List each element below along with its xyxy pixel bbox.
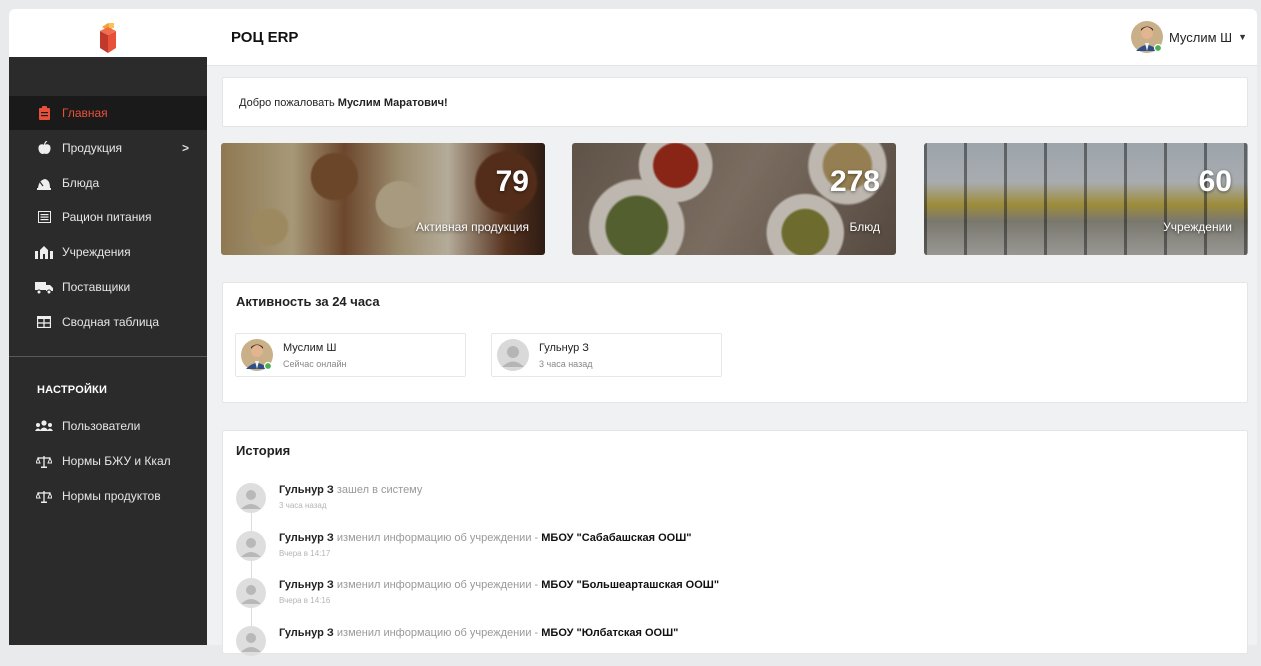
history-action: изменил информацию об учреждении - bbox=[336, 627, 539, 639]
activity-user-name: Муслим Ш bbox=[283, 342, 337, 354]
settings-section-title: НАСТРОЙКИ bbox=[37, 384, 108, 396]
sidebar-item-users[interactable]: Пользователи bbox=[9, 409, 207, 443]
user-menu[interactable]: Муслим Ш ▼ bbox=[1130, 21, 1247, 53]
sidebar: Главная Продукция > Блюда Рацион питания… bbox=[9, 57, 207, 645]
history-item: Гульнур З изменил информацию об учрежден… bbox=[236, 531, 1136, 571]
history-time: 3 часа назад bbox=[279, 501, 327, 510]
balance-scale-icon bbox=[34, 490, 54, 503]
default-avatar-icon bbox=[236, 483, 266, 513]
table-icon bbox=[34, 316, 54, 328]
sidebar-item-diet[interactable]: Рацион питания bbox=[9, 200, 207, 234]
building-icon bbox=[34, 245, 54, 259]
stat-value: 79 bbox=[495, 165, 529, 198]
sidebar-item-summary-table[interactable]: Сводная таблица bbox=[9, 305, 207, 339]
card-overlay bbox=[924, 143, 1248, 255]
activity-title: Активность за 24 часа bbox=[236, 294, 380, 309]
history-time: Вчера в 14:16 bbox=[279, 596, 331, 605]
default-avatar-icon bbox=[497, 339, 529, 371]
sidebar-item-nutrition-norms[interactable]: Нормы БЖУ и Ккал bbox=[9, 444, 207, 478]
sidebar-item-label: Поставщики bbox=[62, 280, 131, 294]
sidebar-item-label: Учреждения bbox=[62, 245, 131, 259]
users-icon bbox=[34, 420, 54, 432]
stat-card-dishes[interactable]: 278 Блюд bbox=[572, 143, 896, 255]
history-panel: История Гульнур З зашел в систему 3 часа… bbox=[222, 430, 1248, 656]
welcome-panel: Добро пожаловать Муслим Маратович! bbox=[222, 77, 1248, 127]
history-target[interactable]: МБОУ "Сабабашская ООШ" bbox=[541, 532, 691, 544]
activity-user-card[interactable]: Гульнур З 3 часа назад bbox=[491, 333, 722, 377]
apple-icon bbox=[34, 141, 54, 155]
sidebar-item-label: Рацион питания bbox=[62, 210, 152, 224]
history-text: Гульнур З изменил информацию об учрежден… bbox=[279, 627, 678, 639]
sidebar-divider bbox=[9, 356, 207, 357]
history-actor[interactable]: Гульнур З bbox=[279, 627, 334, 639]
truck-icon bbox=[34, 281, 54, 294]
sidebar-item-label: Нормы БЖУ и Ккал bbox=[62, 454, 171, 468]
history-target[interactable]: МБОУ "Большеарташская ООШ" bbox=[541, 579, 719, 591]
history-item: Гульнур З изменил информацию об учрежден… bbox=[236, 626, 1136, 666]
sidebar-item-label: Нормы продуктов bbox=[62, 489, 161, 503]
activity-user-status: 3 часа назад bbox=[539, 359, 593, 369]
sidebar-item-label: Продукция bbox=[62, 141, 123, 155]
history-actor[interactable]: Гульнур З bbox=[279, 579, 334, 591]
stat-label: Блюд bbox=[849, 220, 880, 234]
chevron-right-icon: > bbox=[181, 141, 189, 155]
welcome-user-name: Муслим Маратович! bbox=[337, 97, 448, 109]
balance-scale-icon bbox=[34, 455, 54, 468]
stat-value: 60 bbox=[1198, 165, 1232, 198]
history-item: Гульнур З изменил информацию об учрежден… bbox=[236, 578, 1136, 618]
activity-user-name: Гульнур З bbox=[539, 342, 589, 354]
sidebar-item-label: Сводная таблица bbox=[62, 315, 160, 329]
welcome-prefix: Добро пожаловать bbox=[239, 97, 335, 109]
default-avatar-icon bbox=[236, 578, 266, 608]
user-avatar bbox=[241, 339, 273, 371]
default-avatar-icon bbox=[236, 626, 266, 656]
sidebar-item-label: Блюда bbox=[62, 176, 100, 190]
chevron-down-icon: ▼ bbox=[1238, 32, 1247, 42]
history-actor[interactable]: Гульнур З bbox=[279, 484, 334, 496]
card-overlay bbox=[572, 143, 896, 255]
activity-user-card[interactable]: Муслим Ш Сейчас онлайн bbox=[235, 333, 466, 377]
stat-value: 278 bbox=[829, 165, 880, 198]
sidebar-item-label: Главная bbox=[62, 106, 108, 120]
cloche-icon bbox=[34, 177, 54, 190]
sidebar-item-institutions[interactable]: Учреждения bbox=[9, 235, 207, 269]
history-item: Гульнур З зашел в систему 3 часа назад bbox=[236, 483, 1136, 523]
clipboard-icon bbox=[34, 106, 54, 120]
history-title: История bbox=[236, 443, 291, 458]
history-action: зашел в систему bbox=[336, 484, 423, 496]
user-avatar bbox=[1130, 21, 1163, 53]
sidebar-item-dishes[interactable]: Блюда bbox=[9, 166, 207, 200]
sidebar-item-products[interactable]: Продукция > bbox=[9, 131, 207, 165]
logo-icon bbox=[100, 22, 116, 53]
activity-panel: Активность за 24 часа Муслим Ш Сейчас он… bbox=[222, 282, 1248, 403]
history-text: Гульнур З зашел в систему bbox=[279, 484, 422, 496]
sidebar-item-product-norms[interactable]: Нормы продуктов bbox=[9, 479, 207, 513]
user-name: Муслим Ш bbox=[1168, 29, 1233, 45]
history-target[interactable]: МБОУ "Юлбатская ООШ" bbox=[541, 627, 678, 639]
card-overlay bbox=[221, 143, 545, 255]
history-actor[interactable]: Гульнур З bbox=[279, 532, 334, 544]
welcome-text: Добро пожаловать Муслим Маратович! bbox=[239, 97, 448, 109]
default-avatar-icon bbox=[236, 531, 266, 561]
stat-card-products[interactable]: 79 Активная продукция bbox=[221, 143, 545, 255]
activity-user-status: Сейчас онлайн bbox=[283, 359, 347, 369]
app-title: РОЦ ERP bbox=[231, 29, 299, 46]
sidebar-item-label: Пользователи bbox=[62, 419, 141, 433]
sidebar-item-home[interactable]: Главная bbox=[9, 96, 207, 130]
sidebar-item-suppliers[interactable]: Поставщики bbox=[9, 270, 207, 304]
history-action: изменил информацию об учреждении - bbox=[336, 579, 539, 591]
history-time: Вчера в 14:17 bbox=[279, 549, 331, 558]
list-icon bbox=[34, 211, 54, 223]
stat-card-institutions[interactable]: 60 Учреждении bbox=[924, 143, 1248, 255]
stat-label: Активная продукция bbox=[415, 220, 529, 234]
history-text: Гульнур З изменил информацию об учрежден… bbox=[279, 579, 719, 591]
history-action: изменил информацию об учреждении - bbox=[336, 532, 539, 544]
stat-label: Учреждении bbox=[1163, 220, 1232, 234]
history-text: Гульнур З изменил информацию об учрежден… bbox=[279, 532, 692, 544]
